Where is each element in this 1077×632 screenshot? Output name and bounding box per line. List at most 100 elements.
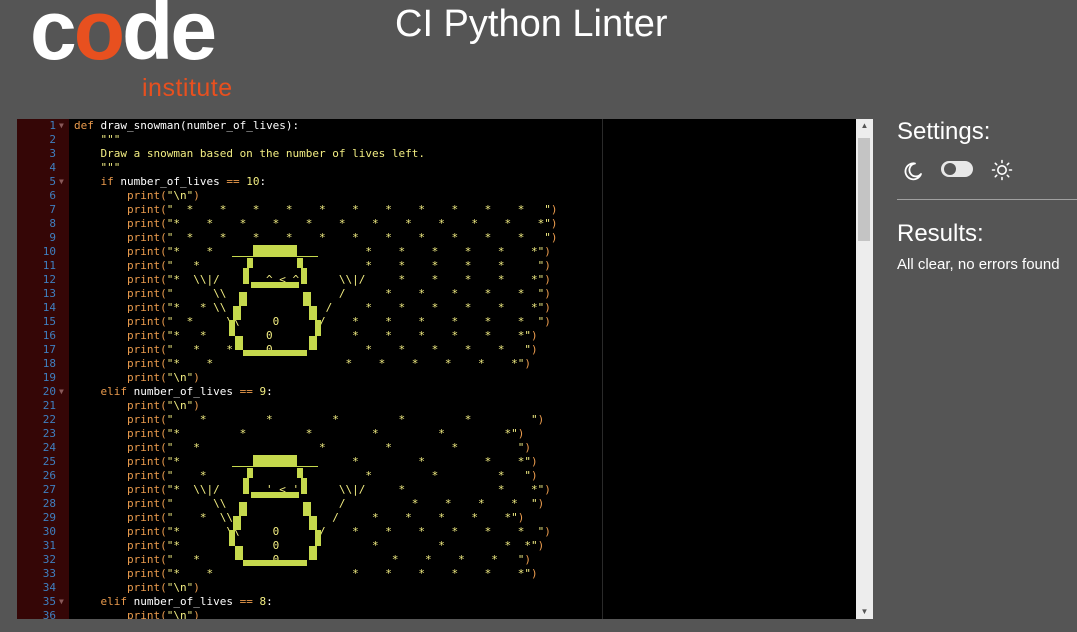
line-number: 9 bbox=[49, 231, 56, 244]
line-number: 25 bbox=[42, 455, 56, 468]
code-text: print("\n") bbox=[74, 581, 200, 594]
fold-arrow-icon[interactable]: ▼ bbox=[59, 119, 64, 133]
snowman-pixel bbox=[253, 245, 297, 256]
theme-controls bbox=[897, 158, 1047, 184]
code-text: print(" * * * * ") bbox=[74, 441, 531, 454]
snowman-pixel bbox=[303, 292, 311, 306]
code-line[interactable]: 18 print("* * * * * * * *") bbox=[17, 357, 855, 371]
code-text: def draw_snowman(number_of_lives): bbox=[74, 119, 300, 132]
settings-title: Settings: bbox=[897, 118, 991, 145]
snowman-pixel bbox=[251, 492, 299, 498]
line-number: 19 bbox=[42, 371, 56, 384]
snowman-pixel bbox=[243, 478, 249, 494]
line-number: 10 bbox=[42, 245, 56, 258]
code-content[interactable]: 1 ▼ def draw_snowman(number_of_lives): 2 ""… bbox=[17, 119, 855, 619]
code-text: """ bbox=[74, 161, 121, 174]
results-section: Results: All clear, no errors found bbox=[897, 220, 1060, 273]
code-text: print("* \\|/ ' < ' \\|/ * * *") bbox=[74, 483, 551, 496]
theme-toggle[interactable] bbox=[941, 161, 973, 177]
code-line[interactable]: 16 print("* * 0 * * * * * *") bbox=[17, 329, 855, 343]
code-line[interactable]: 2 """ bbox=[17, 133, 855, 147]
code-line[interactable]: 5 ▼ if number_of_lives == 10: bbox=[17, 175, 855, 189]
code-line[interactable]: 9 print(" * * * * * * * * * * * ") bbox=[17, 231, 855, 245]
code-line[interactable]: 17 print(" * * 0 * * * * * ") bbox=[17, 343, 855, 357]
fold-arrow-icon[interactable]: ▼ bbox=[59, 385, 64, 399]
side-panel: Settings: Results: All clear, no errors … bbox=[897, 118, 1077, 273]
line-number: 33 bbox=[42, 567, 56, 580]
snowman-pixel bbox=[239, 502, 247, 516]
code-line[interactable]: 25 print("* * * * *") bbox=[17, 455, 855, 469]
scrollbar-thumb[interactable] bbox=[858, 138, 870, 241]
code-text: print(" * * * * * ") bbox=[74, 413, 545, 426]
code-line[interactable]: 6 print("\n") bbox=[17, 189, 855, 203]
code-line[interactable]: 11 print(" * * * * * * ") bbox=[17, 259, 855, 273]
line-number: 36 bbox=[42, 609, 56, 619]
code-text: print("* * 0 * * * * * *") bbox=[74, 329, 538, 342]
code-line[interactable]: 4 """ bbox=[17, 161, 855, 175]
code-text: print("* * * * * * * *") bbox=[74, 357, 531, 370]
line-number: 18 bbox=[42, 357, 56, 370]
code-line[interactable]: 10 print("* * * * * * * *") bbox=[17, 245, 855, 259]
code-text: elif number_of_lives == 9: bbox=[74, 385, 273, 398]
line-number: 4 bbox=[49, 161, 56, 174]
scroll-down-arrow-icon[interactable]: ▼ bbox=[856, 605, 873, 619]
page-title: CI Python Linter bbox=[395, 3, 668, 45]
code-line[interactable]: 27 print("* \\|/ ' < ' \\|/ * * *") bbox=[17, 483, 855, 497]
code-line[interactable]: 14 print("* * \\ / * * * * * *") bbox=[17, 301, 855, 315]
code-text: print("* \\|/ ^ < ^ \\|/ * * * * *") bbox=[74, 273, 551, 286]
code-line[interactable]: 12 print("* \\|/ ^ < ^ \\|/ * * * * *") bbox=[17, 273, 855, 287]
line-number: 12 bbox=[42, 273, 56, 286]
line-number: 29 bbox=[42, 511, 56, 524]
line-number: 6 bbox=[49, 189, 56, 202]
code-line[interactable]: 23 print("* * * * * *") bbox=[17, 427, 855, 441]
code-line[interactable]: 15 print(" * \\ 0 / * * * * * * ") bbox=[17, 315, 855, 329]
code-line[interactable]: 21 print("\n") bbox=[17, 399, 855, 413]
code-line[interactable]: 19 print("\n") bbox=[17, 371, 855, 385]
code-line[interactable]: 31 print("* 0 * * * *") bbox=[17, 539, 855, 553]
snowman-pixel bbox=[297, 468, 303, 478]
line-number: 28 bbox=[42, 497, 56, 510]
snowman-pixel bbox=[309, 336, 317, 350]
code-text: print("\n") bbox=[74, 371, 200, 384]
code-line[interactable]: 33 print("* * * * * * * *") bbox=[17, 567, 855, 581]
code-line[interactable]: 13 print(" \\ / * * * * * ") bbox=[17, 287, 855, 301]
code-line[interactable]: 26 print(" * * * * ") bbox=[17, 469, 855, 483]
line-number: 26 bbox=[42, 469, 56, 482]
sun-icon[interactable] bbox=[991, 159, 1013, 186]
scroll-up-arrow-icon[interactable]: ▲ bbox=[856, 119, 873, 133]
code-line[interactable]: 1 ▼ def draw_snowman(number_of_lives): bbox=[17, 119, 855, 133]
code-editor[interactable]: 1 ▼ def draw_snowman(number_of_lives): 2 ""… bbox=[17, 119, 873, 619]
code-line[interactable]: 24 print(" * * * * ") bbox=[17, 441, 855, 455]
line-number: 32 bbox=[42, 553, 56, 566]
code-line[interactable]: 22 print(" * * * * * ") bbox=[17, 413, 855, 427]
snowman-pixel bbox=[243, 350, 307, 356]
code-line[interactable]: 8 print("* * * * * * * * * * * *") bbox=[17, 217, 855, 231]
snowman-pixel bbox=[239, 292, 247, 306]
code-text: print("\n") bbox=[74, 399, 200, 412]
line-number: 14 bbox=[42, 301, 56, 314]
editor-vertical-scrollbar[interactable]: ▲ ▼ bbox=[856, 119, 873, 619]
line-number: 11 bbox=[42, 259, 56, 272]
fold-arrow-icon[interactable]: ▼ bbox=[59, 595, 64, 609]
code-line[interactable]: 36 print("\n") bbox=[17, 609, 855, 619]
snowman-pixel bbox=[315, 530, 321, 546]
code-line[interactable]: 20 ▼ elif number_of_lives == 9: bbox=[17, 385, 855, 399]
code-text: elif number_of_lives == 8: bbox=[74, 595, 273, 608]
code-text: print(" * * * * * * * * * * * ") bbox=[74, 231, 558, 244]
code-text: print("* * * * * * * * * * * *") bbox=[74, 217, 558, 230]
fold-arrow-icon[interactable]: ▼ bbox=[59, 175, 64, 189]
code-line[interactable]: 32 print(" * 0 * * * * ") bbox=[17, 553, 855, 567]
code-line[interactable]: 28 print(" \\ / * * * * ") bbox=[17, 497, 855, 511]
line-number: 1 bbox=[49, 119, 56, 132]
code-line[interactable]: 35 ▼ elif number_of_lives == 8: bbox=[17, 595, 855, 609]
logo-wordmark: code bbox=[30, 0, 217, 77]
code-line[interactable]: 34 print("\n") bbox=[17, 581, 855, 595]
line-number: 5 bbox=[49, 175, 56, 188]
code-line[interactable]: 29 print(" * \\ / * * * * *") bbox=[17, 511, 855, 525]
code-text: print(" * \\ / * * * * *") bbox=[74, 511, 525, 524]
code-line[interactable]: 3 Draw a snowman based on the number of … bbox=[17, 147, 855, 161]
code-text: """ bbox=[74, 133, 121, 146]
moon-icon[interactable] bbox=[903, 161, 923, 186]
code-line[interactable]: 30 print("* \\ 0 / * * * * * * ") bbox=[17, 525, 855, 539]
code-line[interactable]: 7 print(" * * * * * * * * * * * ") bbox=[17, 203, 855, 217]
